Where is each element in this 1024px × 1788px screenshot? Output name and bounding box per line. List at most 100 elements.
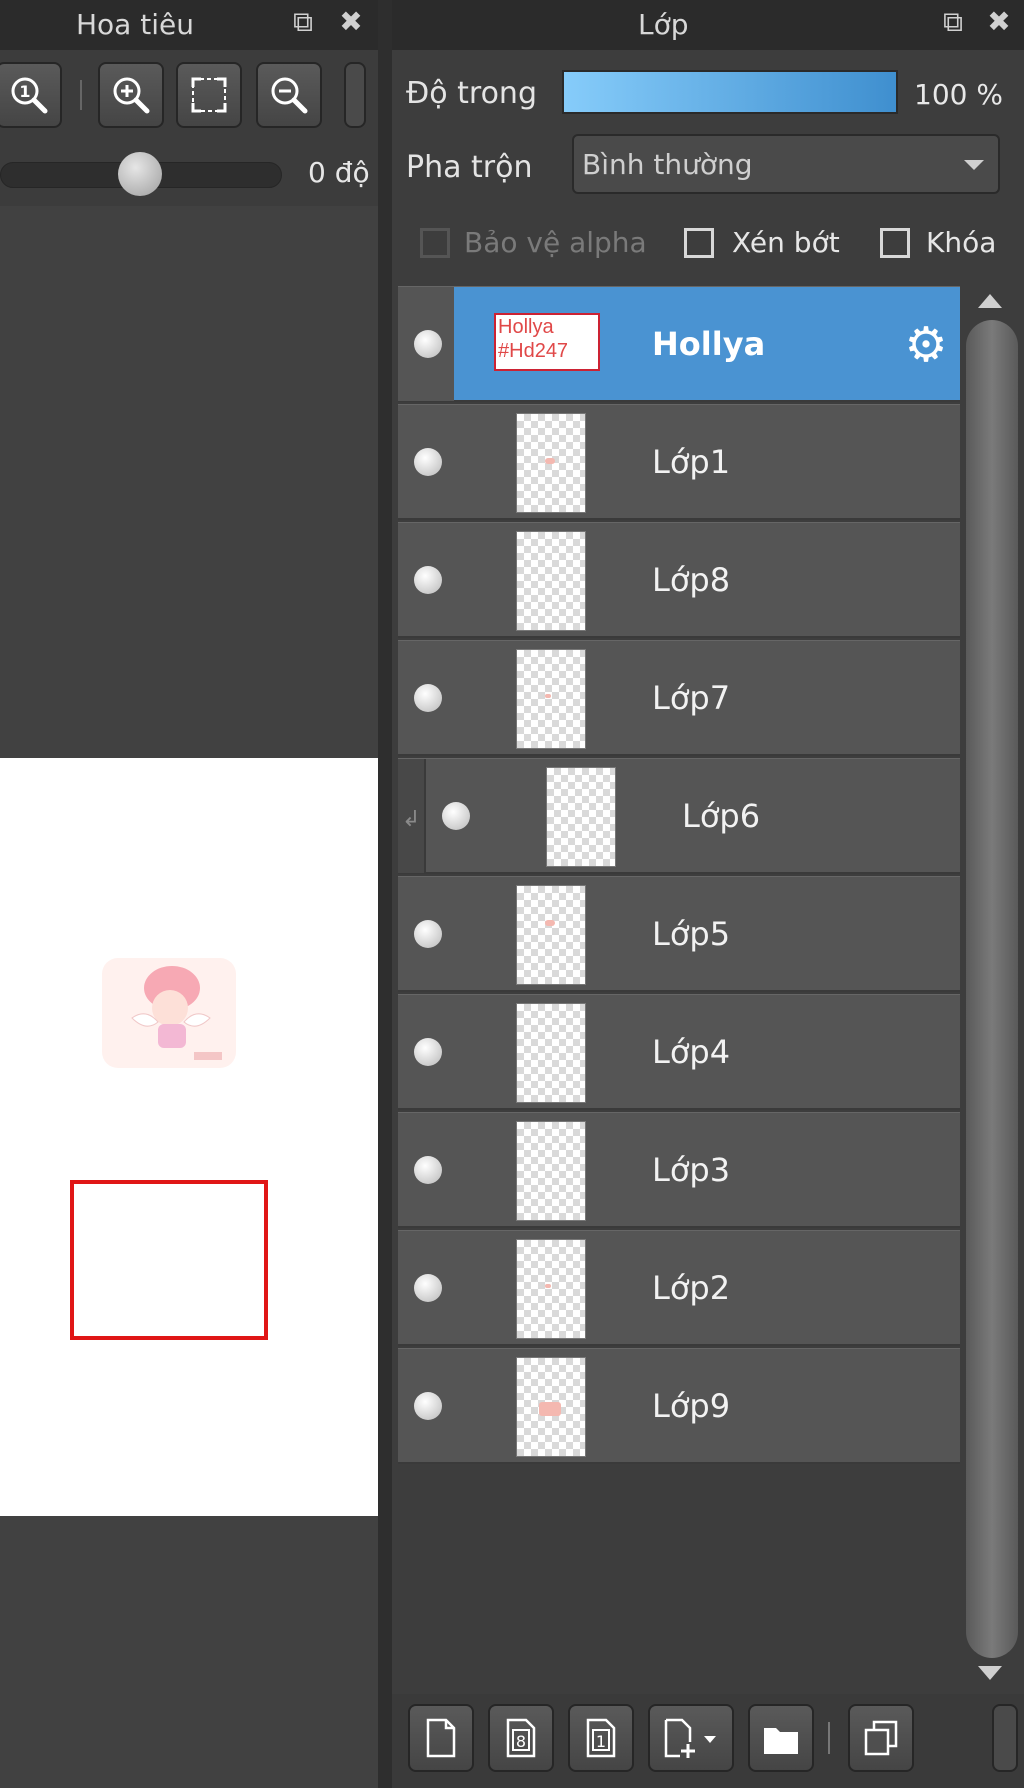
visibility-toggle[interactable] bbox=[398, 287, 454, 401]
svg-text:1: 1 bbox=[19, 82, 30, 101]
new-folder-button[interactable] bbox=[748, 1704, 814, 1772]
layer-name: Lớp2 bbox=[652, 1269, 731, 1307]
layer-thumbnail bbox=[516, 531, 586, 631]
layer-row[interactable]: Lớp1 bbox=[398, 404, 960, 520]
layer-name: Lớp5 bbox=[652, 915, 731, 953]
lock-label: Khóa bbox=[926, 226, 997, 259]
layer-thumbnail bbox=[516, 413, 586, 513]
layer-thumbnail bbox=[546, 767, 616, 867]
layers-titlebar: Lớp ⧉ ✖ bbox=[392, 0, 1024, 50]
new-1bit-layer-icon: 1 bbox=[586, 1718, 616, 1758]
blend-mode-label: Pha trộn bbox=[406, 150, 533, 185]
svg-text:1: 1 bbox=[596, 1732, 606, 1751]
scrollbar-thumb[interactable] bbox=[966, 320, 1018, 1658]
new-layer-icon bbox=[426, 1718, 456, 1758]
layer-name: Lớp6 bbox=[682, 797, 761, 835]
protect-alpha-label: Bảo vệ alpha bbox=[464, 226, 647, 259]
visibility-toggle[interactable] bbox=[398, 1349, 454, 1463]
visibility-toggle[interactable] bbox=[398, 641, 454, 755]
layer-row[interactable]: Lớp3 bbox=[398, 1112, 960, 1228]
protect-alpha-checkbox[interactable] bbox=[420, 228, 450, 258]
chevron-down-icon bbox=[964, 160, 984, 170]
navigator-titlebar: Hoa tiêu ⧉ ✖ bbox=[0, 0, 378, 50]
visibility-toggle[interactable] bbox=[398, 523, 454, 637]
eye-icon bbox=[414, 1392, 442, 1420]
layer-name: Lớp7 bbox=[652, 679, 731, 717]
visibility-toggle[interactable] bbox=[398, 405, 454, 519]
layer-name: Lớp8 bbox=[652, 561, 731, 599]
gear-icon[interactable]: ⚙ bbox=[898, 317, 954, 373]
visibility-toggle[interactable] bbox=[398, 995, 454, 1109]
eye-icon bbox=[414, 1274, 442, 1302]
layer-name: Lớp4 bbox=[652, 1033, 731, 1071]
layer-row-clipped[interactable]: ↲ Lớp6 bbox=[398, 758, 960, 874]
layer-thumbnail bbox=[516, 1121, 586, 1221]
visibility-toggle[interactable] bbox=[426, 759, 482, 873]
add-layer-menu-button[interactable] bbox=[648, 1704, 734, 1772]
layers-panel: Lớp ⧉ ✖ Độ trong 100 % Pha trộn Bình thư… bbox=[392, 0, 1024, 1788]
lock-checkbox[interactable] bbox=[880, 228, 910, 258]
layer-row[interactable]: Lớp2 bbox=[398, 1230, 960, 1346]
layer-thumbnail bbox=[516, 649, 586, 749]
opacity-value: 100 % bbox=[914, 78, 1003, 111]
eye-icon bbox=[414, 1038, 442, 1066]
canvas-preview bbox=[0, 758, 378, 1516]
popout-icon[interactable]: ⧉ bbox=[288, 5, 318, 39]
navigator-title: Hoa tiêu bbox=[76, 8, 194, 41]
svg-text:8: 8 bbox=[516, 1732, 526, 1751]
rotation-value: 0 độ bbox=[308, 156, 370, 189]
zoom-in-button[interactable] bbox=[98, 62, 164, 128]
rotation-row: 0 độ bbox=[0, 142, 378, 206]
layer-list-scrollbar[interactable] bbox=[966, 286, 1020, 1694]
new-8bit-layer-icon: 8 bbox=[506, 1718, 536, 1758]
layer-thumbnail bbox=[516, 885, 586, 985]
blend-mode-select[interactable]: Bình thường bbox=[572, 134, 1000, 194]
zoom-out-button[interactable] bbox=[256, 62, 322, 128]
layer-thumbnail bbox=[516, 1239, 586, 1339]
close-icon[interactable]: ✖ bbox=[984, 5, 1014, 39]
layer-actions-bar: 8 1 bbox=[392, 1694, 1024, 1788]
clipping-label: Xén bớt bbox=[732, 226, 840, 259]
actual-size-button[interactable]: 1 bbox=[0, 62, 62, 128]
scroll-up-icon[interactable] bbox=[978, 294, 1002, 308]
layer-name: Lớp9 bbox=[652, 1387, 731, 1425]
layer-row[interactable]: Lớp4 bbox=[398, 994, 960, 1110]
layer-row[interactable]: Lớp7 bbox=[398, 640, 960, 756]
layer-row[interactable]: Lớp8 bbox=[398, 522, 960, 638]
visibility-toggle[interactable] bbox=[398, 1231, 454, 1345]
visibility-toggle[interactable] bbox=[398, 1113, 454, 1227]
layer-thumbnail bbox=[516, 1003, 586, 1103]
layer-row-hollya[interactable]: Hollya #Hd247 Hollya ⚙ bbox=[398, 286, 960, 402]
eye-icon bbox=[414, 566, 442, 594]
panel-splitter[interactable] bbox=[378, 0, 392, 1788]
duplicate-layer-icon bbox=[864, 1720, 898, 1756]
layer-row[interactable]: Lớp5 bbox=[398, 876, 960, 992]
eye-icon bbox=[414, 330, 442, 358]
navigator-preview[interactable] bbox=[0, 206, 378, 1788]
more-tools-button[interactable] bbox=[344, 62, 366, 128]
opacity-slider[interactable] bbox=[562, 70, 898, 114]
new-layer-button[interactable] bbox=[408, 1704, 474, 1772]
duplicate-layer-button[interactable] bbox=[848, 1704, 914, 1772]
eye-icon bbox=[414, 1156, 442, 1184]
zoom-out-icon bbox=[271, 77, 308, 114]
eye-icon bbox=[414, 448, 442, 476]
layer-name: Hollya bbox=[652, 325, 766, 363]
scroll-down-icon[interactable] bbox=[978, 1666, 1002, 1680]
layer-thumbnail: Hollya #Hd247 bbox=[494, 313, 600, 371]
more-actions-button[interactable] bbox=[992, 1704, 1018, 1772]
close-icon[interactable]: ✖ bbox=[336, 5, 366, 39]
new-1bit-layer-button[interactable]: 1 bbox=[568, 1704, 634, 1772]
toolbar-separator bbox=[828, 1722, 830, 1754]
layers-title: Lớp bbox=[638, 8, 689, 41]
rotation-slider-thumb[interactable] bbox=[118, 152, 162, 196]
visibility-toggle[interactable] bbox=[398, 877, 454, 991]
clipping-checkbox[interactable] bbox=[684, 228, 714, 258]
layer-row[interactable]: Lớp9 bbox=[398, 1348, 960, 1464]
viewport-indicator[interactable] bbox=[70, 1180, 268, 1340]
fit-to-window-button[interactable] bbox=[176, 62, 242, 128]
new-8bit-layer-button[interactable]: 8 bbox=[488, 1704, 554, 1772]
popout-icon[interactable]: ⧉ bbox=[938, 5, 968, 39]
blend-mode-value: Bình thường bbox=[582, 148, 753, 181]
artwork-thumbnail bbox=[102, 958, 236, 1068]
